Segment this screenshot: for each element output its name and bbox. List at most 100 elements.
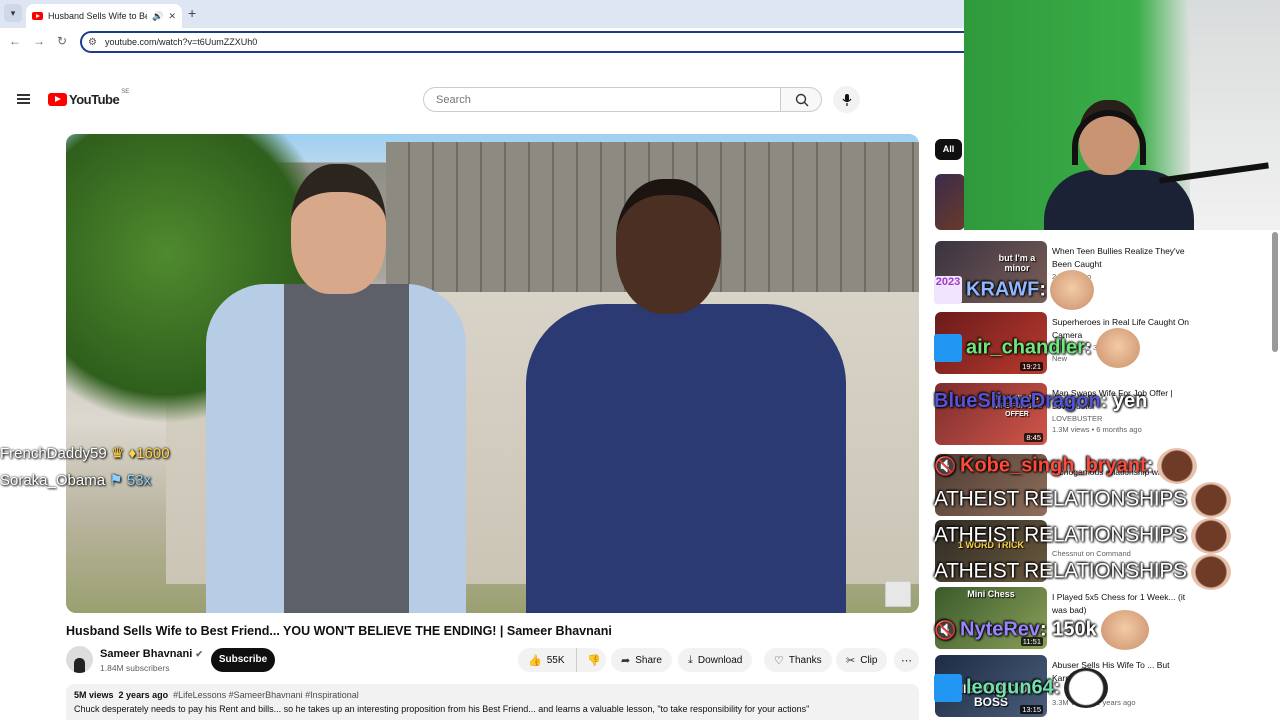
chat-message: ATHEIST RELATIONSHIPS	[934, 559, 1187, 583]
youtube-play-icon	[48, 93, 67, 106]
thumbs-down-icon: 👎	[587, 654, 601, 667]
crown-badge-icon	[934, 674, 962, 702]
verified-icon: ✔	[195, 649, 203, 659]
description-box[interactable]: 5M views 2 years ago #LifeLessons #Samee…	[66, 684, 919, 720]
stream-chat-line: air_chandler:	[934, 328, 1140, 368]
microphone-icon	[842, 94, 852, 106]
subscribe-button[interactable]: Subscribe	[211, 648, 275, 672]
menu-icon[interactable]	[17, 94, 30, 104]
recommendation-channel: LOVEBUSTER	[1052, 414, 1103, 423]
stream-chat-line: leogun64:	[934, 668, 1109, 708]
new-tab-plus-icon[interactable]: +	[188, 5, 196, 21]
tab-search-button[interactable]: ▾	[4, 4, 22, 22]
logo-text: YouTube	[69, 92, 120, 107]
more-horizontal-icon: ⋯	[901, 654, 912, 667]
site-info-icon[interactable]: ⚙	[88, 37, 97, 48]
youtube-favicon-icon	[32, 12, 43, 20]
share-label: Share	[635, 654, 662, 666]
emote-icon	[1190, 518, 1231, 554]
emote-icon	[1190, 554, 1231, 590]
youtube-logo[interactable]: YouTube SE	[48, 89, 129, 107]
chat-username: BlueSlimeDragon	[934, 390, 1101, 412]
crown-badge-icon	[934, 334, 962, 362]
flag-icon: ⚑	[109, 472, 123, 489]
channel-watermark[interactable]	[885, 581, 911, 607]
sidebar-scrollbar[interactable]	[1272, 232, 1278, 352]
stream-chat-line: ATHEIST RELATIONSHIPS	[934, 482, 1231, 518]
browser-tab[interactable]: Husband Sells Wife to Best 🔊 ✕	[26, 4, 182, 28]
recommendation-thumbnail[interactable]	[935, 174, 965, 230]
share-button[interactable]: ➦ Share	[611, 648, 672, 672]
like-count: 55K	[546, 654, 565, 666]
face-emote-icon	[1100, 610, 1149, 650]
crown-icon: ♛	[110, 445, 125, 462]
clip-label: Clip	[860, 654, 878, 666]
address-bar[interactable]: ⚙ youtube.com/watch?v=t6UumZZXUh0	[80, 31, 980, 53]
stream-chat-line: BlueSlimeDragon: yen	[934, 390, 1148, 412]
overlay-chat-user: FrenchDaddy59	[0, 445, 107, 462]
stream-chat-line: 🔇 Kobe_singh_bryant:	[934, 448, 1198, 484]
close-icon[interactable]: ✕	[168, 11, 176, 22]
overlay-chat-value: 53x	[126, 472, 152, 489]
recommendation-views: 1.3M views • 6 months ago	[1052, 425, 1142, 434]
search-input[interactable]	[423, 87, 781, 112]
browser-tab-bar: ▾ Husband Sells Wife to Best 🔊 ✕ +	[0, 0, 964, 28]
subscriber-count: 1.84M subscribers	[100, 663, 170, 673]
like-button[interactable]: 👍 55K	[518, 648, 576, 672]
emote-icon	[1190, 482, 1231, 518]
streamer	[1044, 100, 1194, 230]
webcam-overlay	[964, 0, 1280, 230]
reload-icon[interactable]: ↻	[57, 34, 67, 48]
back-arrow-icon[interactable]: ←	[9, 34, 21, 48]
overlay-chat-value: ♦1600	[128, 445, 170, 462]
trollface-emote-icon	[1064, 668, 1109, 708]
video-duration: 8:45	[1024, 433, 1043, 442]
filter-chip-all[interactable]: All	[935, 139, 962, 160]
view-count: 5M views	[74, 690, 114, 700]
forward-arrow-icon[interactable]: →	[33, 34, 45, 48]
channel-avatar[interactable]	[66, 646, 93, 673]
more-actions-button[interactable]: ⋯	[894, 648, 919, 672]
chat-message: yen	[1112, 390, 1148, 412]
stream-chat-line: 2023 KRAWF:	[934, 270, 1094, 310]
hashtags[interactable]: #LifeLessons #SameerBhavnani #Inspiratio…	[173, 690, 359, 700]
video-player[interactable]	[66, 134, 919, 613]
description-text: Chuck desperately needs to pay his Rent …	[74, 704, 810, 714]
channel-name-text: Sameer Bhavnani	[100, 648, 193, 660]
webcam-wall	[1190, 0, 1280, 230]
stream-chat-line: ATHEIST RELATIONSHIPS	[934, 518, 1231, 554]
download-label: Download	[697, 654, 743, 666]
recommendation-meta: LOVEBUSTER 1.3M views • 6 months ago	[1052, 413, 1142, 435]
search-icon	[795, 93, 809, 107]
voice-search-button[interactable]	[833, 86, 860, 113]
youtube-header: YouTube SE	[0, 80, 964, 120]
stream-chat-line: ATHEIST RELATIONSHIPS	[934, 554, 1231, 590]
face-emote-icon	[1095, 328, 1140, 368]
share-arrow-icon: ➦	[621, 654, 631, 667]
chat-message: ATHEIST RELATIONSHIPS	[934, 487, 1187, 511]
thumbs-up-icon: 👍	[528, 654, 542, 667]
chat-username: air_chandler	[966, 336, 1085, 359]
muted-speaker-icon: 🔇	[934, 455, 957, 476]
channel-name[interactable]: Sameer Bhavnani ✔	[100, 648, 203, 660]
thanks-heart-icon: ♡	[774, 654, 784, 667]
download-button[interactable]: ⤓ Download	[678, 648, 753, 672]
download-icon: ⤓	[688, 653, 693, 666]
speaker-icon[interactable]: 🔊	[152, 11, 163, 22]
chat-username: NyteRev	[960, 618, 1041, 641]
video-title: Husband Sells Wife to Best Friend... YOU…	[66, 624, 612, 638]
stream-chat-line: 🔇 NyteRev: 150k	[934, 610, 1149, 650]
thanks-button[interactable]: ♡ Thanks	[764, 648, 832, 672]
dislike-button[interactable]: 👎	[576, 648, 606, 672]
chat-message: ATHEIST RELATIONSHIPS	[934, 523, 1187, 547]
clip-button[interactable]: ✂ Clip	[836, 648, 888, 672]
search-button[interactable]	[780, 87, 822, 112]
chat-message: 150k	[1052, 618, 1097, 641]
browser-toolbar: ← → ↻ ⚙ youtube.com/watch?v=t6UumZZXUh0	[0, 28, 980, 56]
overlay-chat-line: Soraka_Obama ⚑ 53x	[0, 471, 151, 489]
overlay-chat-line: FrenchDaddy59 ♛ ♦1600	[0, 444, 170, 462]
video-person-left	[206, 164, 466, 613]
chat-username: Kobe_singh_bryant	[960, 454, 1147, 477]
thumbnail-text: Mini Chess	[967, 589, 1015, 599]
thanks-label: Thanks	[788, 654, 822, 666]
